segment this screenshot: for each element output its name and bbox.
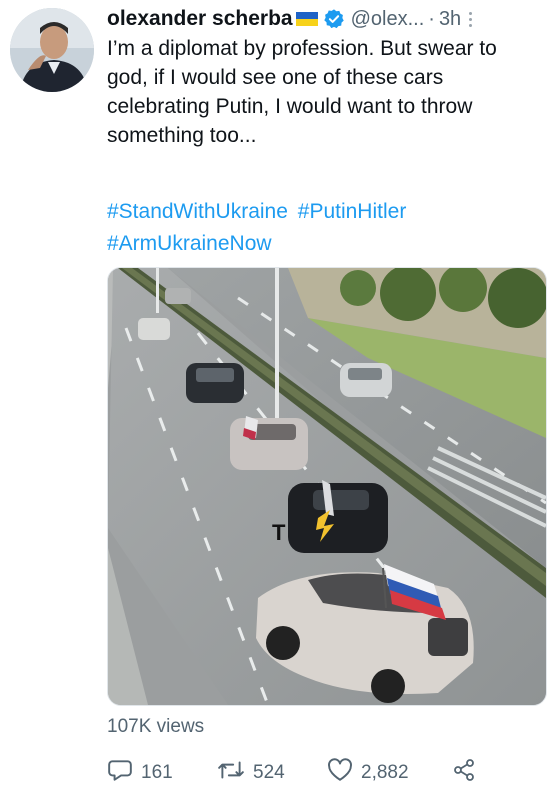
hashtag-list: #StandWithUkraine #PutinHitler #ArmUkrai… [107, 196, 542, 260]
hashtag-link[interactable]: #ArmUkraineNow [107, 232, 272, 255]
share-icon [452, 758, 476, 788]
tweet-media-video[interactable]: T [107, 267, 547, 706]
verified-badge-icon [323, 8, 345, 30]
like-button[interactable]: 2,882 [327, 758, 452, 788]
reply-icon [107, 757, 133, 789]
retweet-button[interactable]: 524 [217, 757, 327, 789]
tweet-text: I’m a diplomat by profession. But swear … [107, 37, 497, 147]
more-options-icon[interactable] [469, 11, 473, 27]
heart-icon [327, 758, 353, 788]
author-handle[interactable]: @olex... [351, 8, 425, 31]
view-count: 107K views [107, 716, 205, 737]
like-count: 2,882 [361, 762, 409, 783]
reply-button[interactable]: 161 [107, 757, 217, 789]
separator-dot: · [428, 7, 435, 30]
hashtag-link[interactable]: #PutinHitler [298, 200, 407, 223]
avatar[interactable] [10, 8, 94, 92]
retweet-icon [217, 757, 245, 789]
action-bar: 161 524 2,882 [107, 758, 547, 788]
share-button[interactable] [452, 758, 476, 788]
ukraine-flag-icon [295, 12, 318, 26]
author-name[interactable]: olexander scherba [107, 7, 293, 31]
watermark-text: T [272, 520, 286, 545]
hashtag-link[interactable]: #StandWithUkraine [107, 200, 288, 223]
reply-count: 161 [141, 762, 173, 783]
timestamp[interactable]: 3h [439, 8, 461, 31]
tweet-header: olexander scherba @olex... · 3h [107, 3, 546, 35]
retweet-count: 524 [253, 762, 285, 783]
